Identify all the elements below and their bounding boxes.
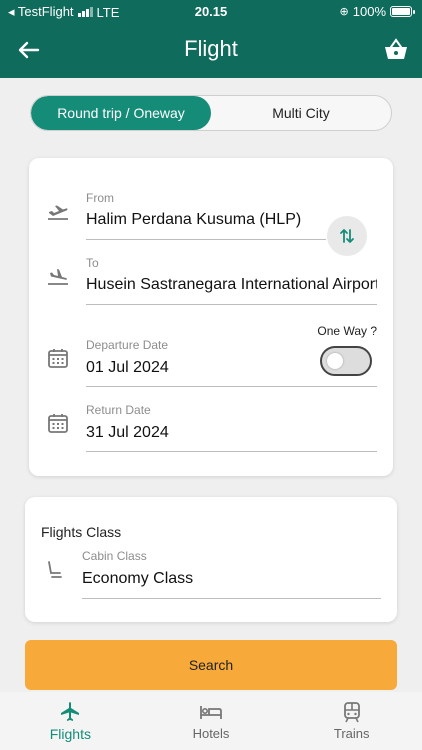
search-button[interactable]: Search xyxy=(25,640,397,690)
tab-label: Flights xyxy=(49,726,91,742)
flight-class-title: Flights Class xyxy=(41,524,122,540)
train-icon xyxy=(343,702,360,723)
tab-label: Hotels xyxy=(192,726,230,741)
swap-route-button[interactable] xyxy=(327,216,367,256)
to-field[interactable]: Husein Sastranegara International Airpor… xyxy=(86,276,377,294)
tab-label: Trains xyxy=(333,726,370,741)
oneway-toggle[interactable] xyxy=(320,346,372,376)
battery-icon xyxy=(390,6,415,17)
basket-button[interactable] xyxy=(382,36,410,64)
tab-multi-city[interactable]: Multi City xyxy=(211,96,391,130)
from-field[interactable]: Halim Perdana Kusuma (HLP) xyxy=(86,211,316,229)
departure-underline xyxy=(86,386,377,387)
landing-icon xyxy=(48,269,68,285)
bottom-tab-bar: Flights Hotels Trains xyxy=(0,692,422,750)
seat-icon xyxy=(48,561,62,578)
cabin-class-field[interactable]: Economy Class xyxy=(82,570,372,588)
orientation-lock-icon: ⊕ xyxy=(339,6,349,18)
airplane-icon xyxy=(61,702,80,721)
status-right: ⊕ 100% xyxy=(339,4,415,19)
trip-type-selector: Round trip / Oneway Multi City xyxy=(30,95,392,131)
return-date-field[interactable]: 31 Jul 2024 xyxy=(86,424,286,442)
cabin-class-label: Cabin Class xyxy=(82,549,147,563)
toggle-knob xyxy=(327,353,343,369)
swap-vertical-icon xyxy=(340,229,354,243)
return-label: Return Date xyxy=(86,403,151,417)
tab-flights[interactable]: Flights xyxy=(0,692,141,750)
from-underline xyxy=(86,239,326,240)
tab-round-trip[interactable]: Round trip / Oneway xyxy=(31,96,211,130)
tab-hotels[interactable]: Hotels xyxy=(141,692,282,750)
route-card: From Halim Perdana Kusuma (HLP) To Husei… xyxy=(29,158,393,476)
departure-date-field[interactable]: 01 Jul 2024 xyxy=(86,359,286,377)
to-underline xyxy=(86,304,377,305)
return-underline xyxy=(86,451,377,452)
calendar-icon xyxy=(48,349,68,368)
tab-trains[interactable]: Trains xyxy=(281,692,422,750)
from-label: From xyxy=(86,191,114,205)
bed-icon xyxy=(200,706,222,719)
status-bar: ◂ TestFlight LTE 20.15 ⊕ 100% xyxy=(0,0,422,22)
page-title: Flight xyxy=(184,36,238,61)
basket-icon xyxy=(385,38,407,59)
oneway-label: One Way ? xyxy=(317,324,377,338)
to-label: To xyxy=(86,256,99,270)
calendar-icon xyxy=(48,414,68,433)
departure-label: Departure Date xyxy=(86,338,169,352)
cabin-class-underline xyxy=(82,598,381,599)
battery-text: 100% xyxy=(352,4,386,19)
flight-class-card: Flights Class Cabin Class Economy Class xyxy=(25,497,397,622)
takeoff-icon xyxy=(48,205,68,220)
app-header: ◂ TestFlight LTE 20.15 ⊕ 100% Flight xyxy=(0,0,422,78)
